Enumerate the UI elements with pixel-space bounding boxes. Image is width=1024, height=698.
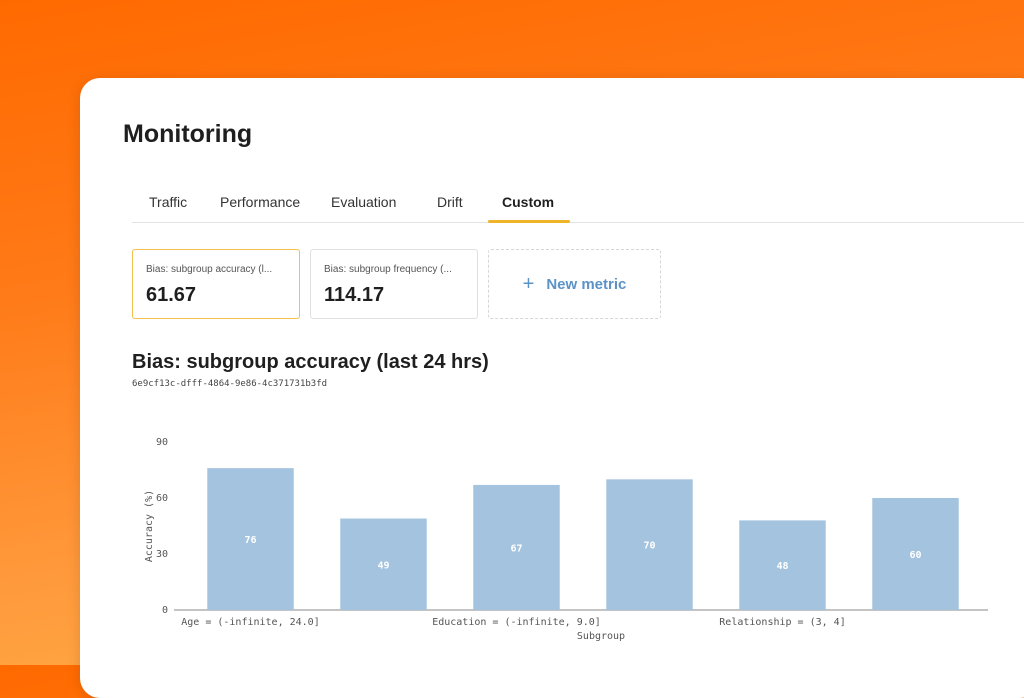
x-tick-label: Relationship = (3, 4] <box>719 617 845 628</box>
x-tick-label: Education = (-infinite, 9.0] <box>432 617 601 628</box>
bar-value-label: 60 <box>909 550 921 561</box>
bar-value-label: 67 <box>510 543 522 554</box>
y-tick-label: 60 <box>156 493 168 504</box>
main-panel: Monitoring Traffic Performance Evaluatio… <box>80 78 1024 698</box>
bar-chart: 0 30 60 90 Accuracy (%) 76 Age = (-infinite, 2… <box>144 437 988 642</box>
x-axis-label: Subgroup <box>577 631 625 642</box>
bar-value-label: 48 <box>776 561 788 572</box>
y-tick-label: 90 <box>156 437 168 448</box>
x-tick-label: Age = (-infinite, 24.0] <box>181 617 319 628</box>
y-tick-label: 0 <box>162 605 168 616</box>
bar-value-label: 76 <box>244 535 256 546</box>
y-tick-label: 30 <box>156 549 168 560</box>
bar-value-label: 70 <box>643 541 655 552</box>
y-axis-label: Accuracy (%) <box>144 490 155 562</box>
bar-value-label: 49 <box>377 560 389 571</box>
